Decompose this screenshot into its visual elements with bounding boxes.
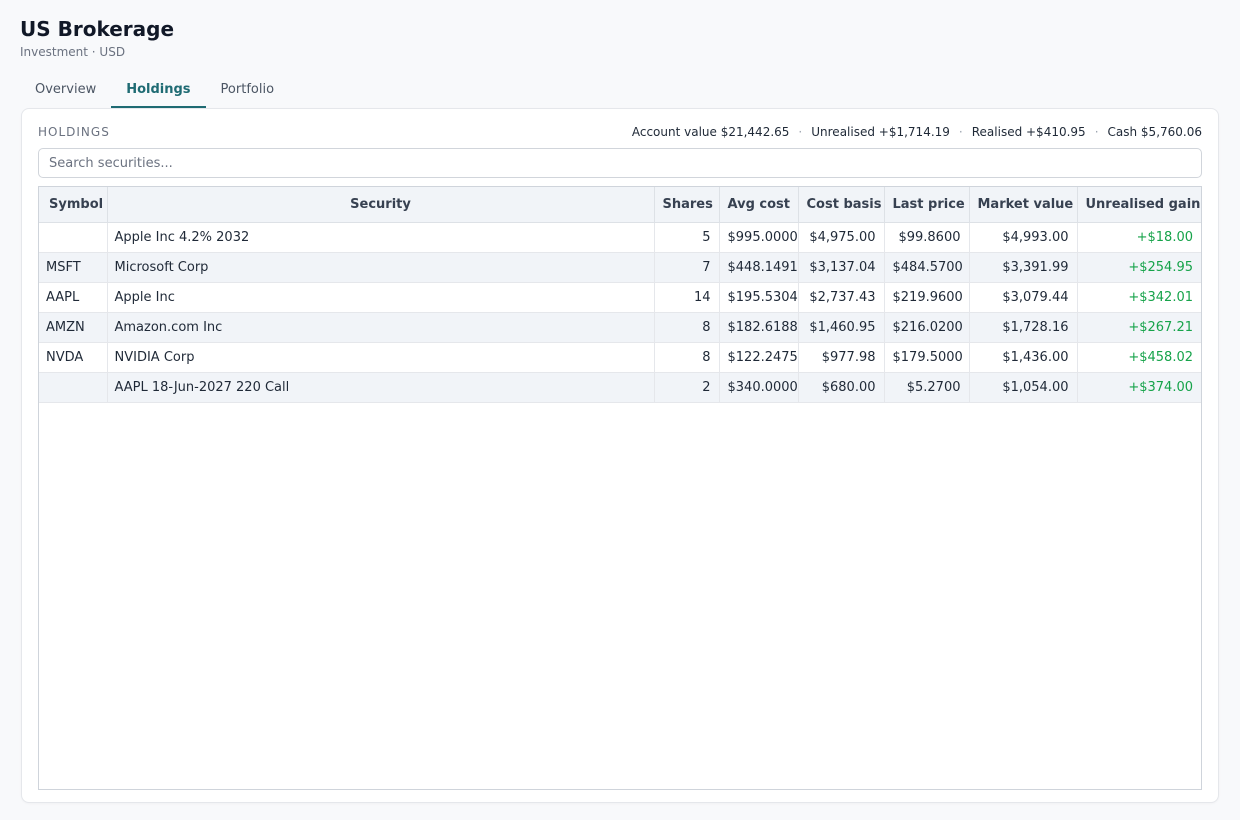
- column-header-security[interactable]: Security: [107, 187, 655, 223]
- table-row[interactable]: AAPL 18-Jun-2027 220 Call 2 $340.0000 $6…: [39, 372, 1201, 403]
- cell-symbol: MSFT: [39, 252, 108, 283]
- cell-last-price: $484.5700: [884, 252, 970, 283]
- cell-market-value: $4,993.00: [969, 222, 1078, 253]
- cell-market-value: $3,391.99: [969, 252, 1078, 283]
- holdings-table: Symbol Security Shares Avg cost Cost bas…: [39, 187, 1201, 403]
- column-header-symbol[interactable]: Symbol: [39, 187, 108, 223]
- stat-cash: Cash $5,760.06: [1107, 125, 1202, 139]
- cell-shares: 5: [654, 222, 720, 253]
- cell-symbol: NVDA: [39, 342, 108, 373]
- cell-shares: 8: [654, 312, 720, 343]
- column-header-unrealised-gain[interactable]: Unrealised gain: [1077, 187, 1201, 223]
- cell-cost-basis: $4,975.00: [798, 222, 885, 253]
- search-input[interactable]: [38, 148, 1202, 178]
- cell-security: NVIDIA Corp: [107, 342, 655, 373]
- stat-separator: ·: [958, 125, 963, 139]
- cell-symbol: AMZN: [39, 312, 108, 343]
- cell-avg-cost: $340.0000: [719, 372, 799, 403]
- cell-symbol: [39, 372, 108, 403]
- cell-last-price: $99.8600: [884, 222, 970, 253]
- cell-symbol: [39, 222, 108, 253]
- account-subtitle: Investment · USD: [20, 45, 126, 59]
- page: US Brokerage Investment · USD Overview H…: [0, 0, 1240, 820]
- page-title: US Brokerage: [20, 17, 175, 41]
- holdings-table-container[interactable]: Symbol Security Shares Avg cost Cost bas…: [38, 186, 1202, 790]
- table-row[interactable]: NVDA NVIDIA Corp 8 $122.2475 $977.98 $17…: [39, 342, 1201, 373]
- cell-security: Microsoft Corp: [107, 252, 655, 283]
- cell-market-value: $1,728.16: [969, 312, 1078, 343]
- table-row[interactable]: Apple Inc 4.2% 2032 5 $995.0000 $4,975.0…: [39, 222, 1201, 253]
- cell-unrealised-gain: +$458.02: [1077, 342, 1201, 373]
- section-label: HOLDINGS: [38, 125, 110, 139]
- cell-security: AAPL 18-Jun-2027 220 Call: [107, 372, 655, 403]
- cell-market-value: $1,054.00: [969, 372, 1078, 403]
- cell-last-price: $179.5000: [884, 342, 970, 373]
- cell-cost-basis: $2,737.43: [798, 282, 885, 313]
- account-header: US Brokerage Investment · USD: [20, 16, 174, 60]
- tab-portfolio[interactable]: Portfolio: [206, 74, 289, 108]
- cell-last-price: $216.0200: [884, 312, 970, 343]
- cell-security: Apple Inc 4.2% 2032: [107, 222, 655, 253]
- holdings-card-header: HOLDINGS Account value $21,442.65 · Unre…: [38, 123, 1202, 141]
- cell-shares: 2: [654, 372, 720, 403]
- cell-avg-cost: $448.1491: [719, 252, 799, 283]
- cell-unrealised-gain: +$267.21: [1077, 312, 1201, 343]
- cell-shares: 8: [654, 342, 720, 373]
- cell-cost-basis: $680.00: [798, 372, 885, 403]
- table-row[interactable]: AAPL Apple Inc 14 $195.5304 $2,737.43 $2…: [39, 282, 1201, 313]
- cell-unrealised-gain: +$374.00: [1077, 372, 1201, 403]
- stat-separator: ·: [1094, 125, 1099, 139]
- table-header-row: Symbol Security Shares Avg cost Cost bas…: [39, 187, 1201, 223]
- column-header-shares[interactable]: Shares: [654, 187, 720, 223]
- stat-account-value: Account value $21,442.65: [631, 125, 790, 139]
- tab-overview[interactable]: Overview: [20, 74, 111, 108]
- stat-realised: Realised +$410.95: [971, 125, 1086, 139]
- summary-stats: Account value $21,442.65 · Unrealised +$…: [632, 125, 1202, 139]
- column-header-cost-basis[interactable]: Cost basis: [798, 187, 885, 223]
- cell-unrealised-gain: +$18.00: [1077, 222, 1201, 253]
- column-header-avg-cost[interactable]: Avg cost: [719, 187, 799, 223]
- cell-security: Apple Inc: [107, 282, 655, 313]
- cell-shares: 14: [654, 282, 720, 313]
- stat-unrealised: Unrealised +$1,714.19: [811, 125, 950, 139]
- column-header-market-value[interactable]: Market value: [969, 187, 1078, 223]
- cell-unrealised-gain: +$254.95: [1077, 252, 1201, 283]
- stat-separator: ·: [798, 125, 803, 139]
- cell-cost-basis: $977.98: [798, 342, 885, 373]
- cell-cost-basis: $3,137.04: [798, 252, 885, 283]
- holdings-card: HOLDINGS Account value $21,442.65 · Unre…: [21, 108, 1219, 803]
- cell-symbol: AAPL: [39, 282, 108, 313]
- cell-avg-cost: $995.0000: [719, 222, 799, 253]
- cell-last-price: $219.9600: [884, 282, 970, 313]
- tab-bar: Overview Holdings Portfolio: [20, 74, 289, 108]
- table-row[interactable]: MSFT Microsoft Corp 7 $448.1491 $3,137.0…: [39, 252, 1201, 283]
- cell-cost-basis: $1,460.95: [798, 312, 885, 343]
- tab-holdings[interactable]: Holdings: [111, 74, 206, 108]
- cell-last-price: $5.2700: [884, 372, 970, 403]
- column-header-last-price[interactable]: Last price: [884, 187, 970, 223]
- cell-shares: 7: [654, 252, 720, 283]
- cell-unrealised-gain: +$342.01: [1077, 282, 1201, 313]
- cell-security: Amazon.com Inc: [107, 312, 655, 343]
- cell-avg-cost: $195.5304: [719, 282, 799, 313]
- cell-market-value: $3,079.44: [969, 282, 1078, 313]
- table-row[interactable]: AMZN Amazon.com Inc 8 $182.6188 $1,460.9…: [39, 312, 1201, 343]
- cell-avg-cost: $182.6188: [719, 312, 799, 343]
- cell-market-value: $1,436.00: [969, 342, 1078, 373]
- cell-avg-cost: $122.2475: [719, 342, 799, 373]
